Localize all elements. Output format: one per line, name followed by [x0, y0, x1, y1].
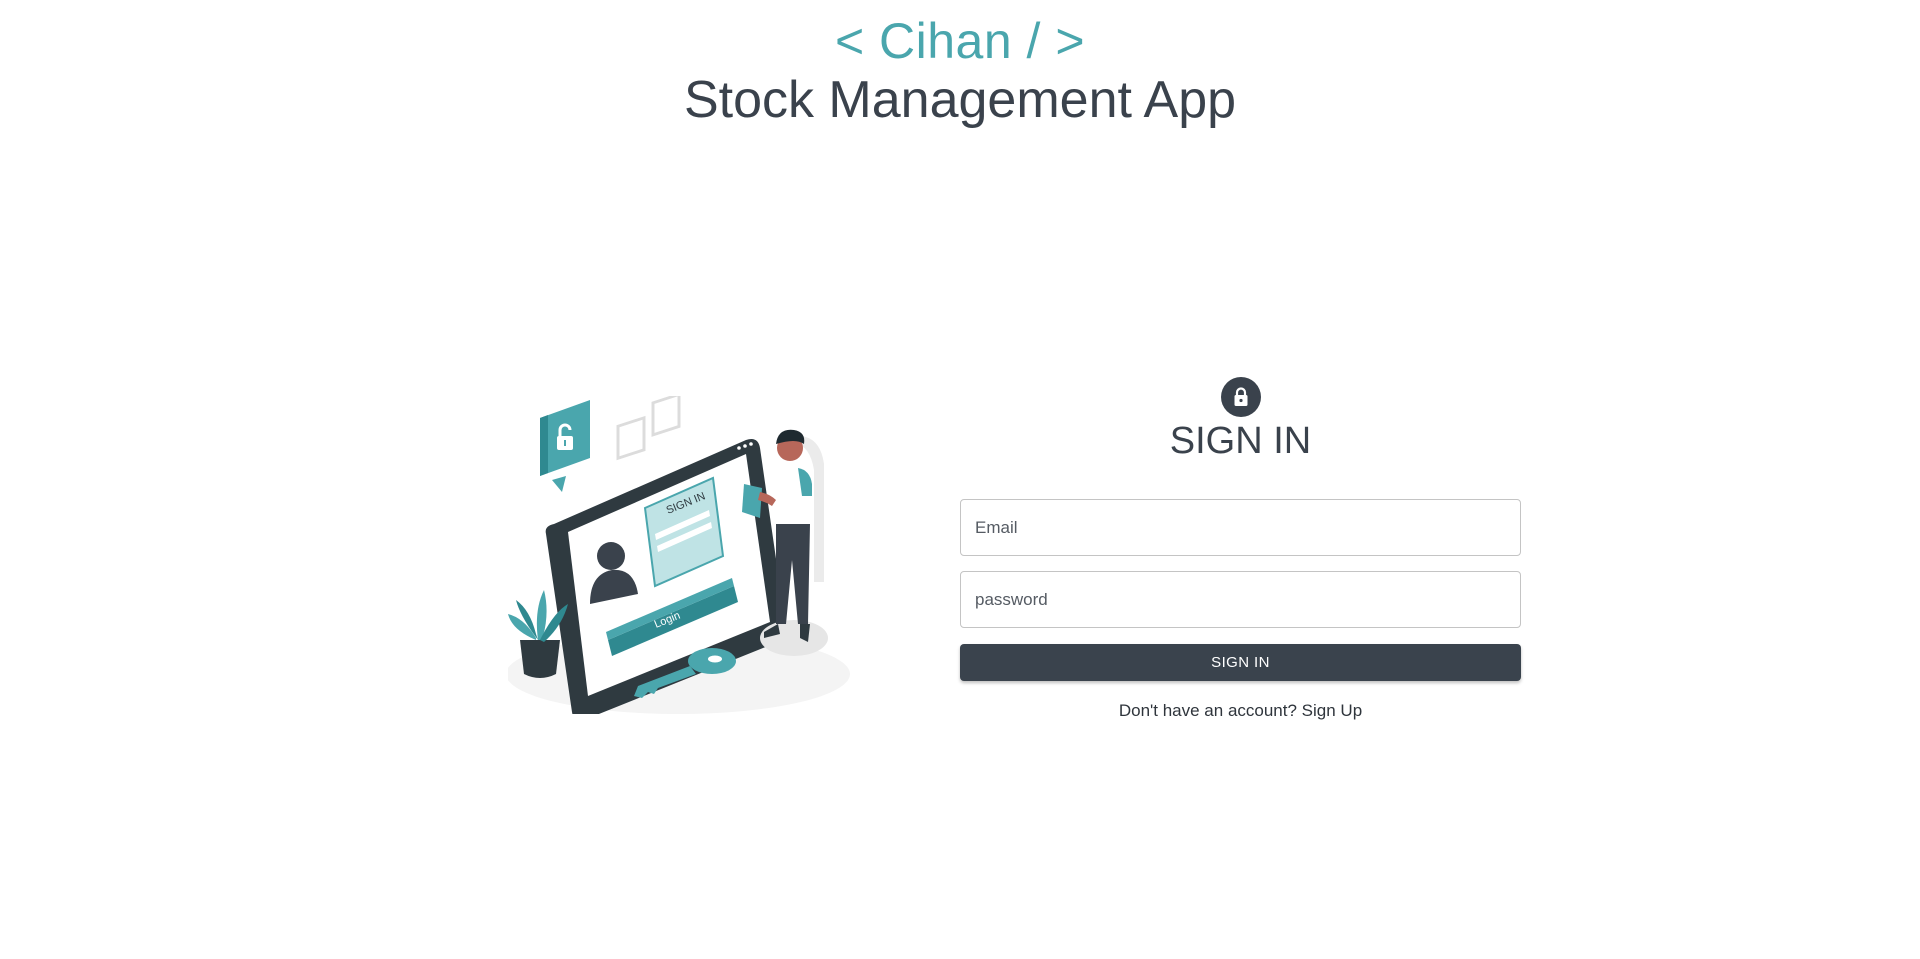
signin-button[interactable]: SIGN IN [960, 644, 1521, 681]
signin-heading: SIGN IN [1169, 420, 1312, 462]
password-input[interactable] [975, 589, 1506, 610]
lock-bubble-icon [540, 400, 590, 492]
password-field[interactable] [960, 571, 1521, 628]
signin-form: SIGN IN SIGN IN Don't have an account? S… [960, 377, 1521, 721]
signup-prompt-text: Don't have an account? [1118, 701, 1297, 720]
app-title: Stock Management App [683, 71, 1237, 129]
email-field[interactable] [960, 499, 1521, 556]
signup-link[interactable]: Sign Up [1302, 701, 1362, 720]
brand-logo-text: < Cihan / > [834, 13, 1086, 69]
lock-avatar [1220, 377, 1261, 417]
signup-prompt-line: Don't have an account? Sign Up [960, 701, 1521, 721]
picture-frame [616, 392, 681, 461]
login-illustration: SIGN IN Login [506, 392, 854, 721]
email-input[interactable] [975, 517, 1506, 538]
lock-icon [1234, 387, 1247, 406]
login-illustration-svg: SIGN IN Login [506, 392, 850, 721]
